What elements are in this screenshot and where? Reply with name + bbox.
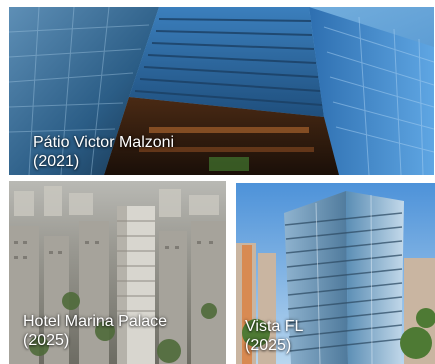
project-caption: Vista FL (2025) <box>245 317 303 355</box>
project-name: Vista FL <box>245 318 304 335</box>
project-tile-patio-victor-malzoni[interactable]: Pátio Victor Malzoni (2021) <box>9 7 434 175</box>
project-tile-vista-fl[interactable]: Vista FL (2025) <box>236 183 435 364</box>
project-name: Pátio Victor Malzoni <box>33 134 175 151</box>
project-year: (2025) <box>23 332 70 349</box>
project-year: (2021) <box>33 153 80 170</box>
project-caption: Hotel Marina Palace (2025) <box>23 312 167 350</box>
project-caption: Pátio Victor Malzoni (2021) <box>33 133 174 171</box>
project-name: Hotel Marina Palace <box>23 313 168 330</box>
project-tile-hotel-marina-palace[interactable]: Hotel Marina Palace (2025) <box>9 181 226 364</box>
project-year: (2025) <box>245 337 292 354</box>
